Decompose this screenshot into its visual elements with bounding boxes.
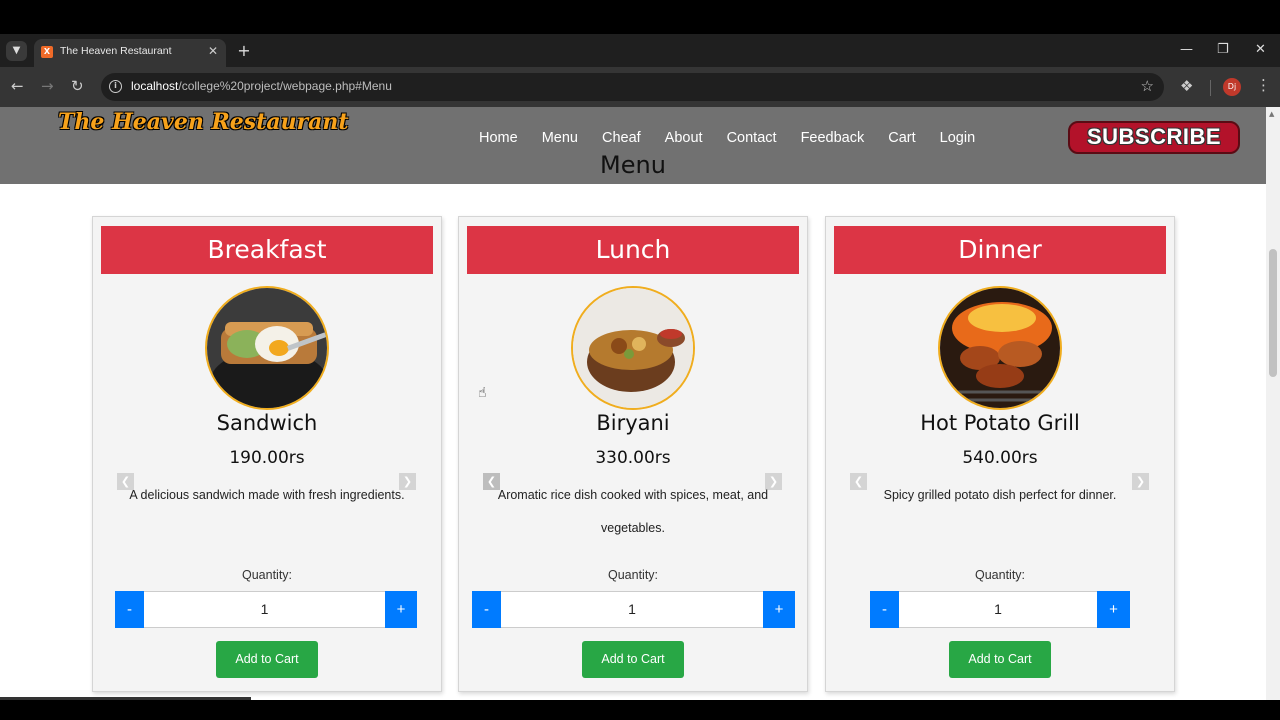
quantity-minus-button[interactable]: -: [115, 591, 144, 628]
brand-logo-text[interactable]: The Heaven Restaurant: [58, 109, 349, 135]
quantity-input[interactable]: 1: [501, 591, 763, 628]
quantity-minus-button[interactable]: -: [870, 591, 899, 628]
hand-cursor-icon: ☝: [478, 385, 487, 401]
os-top-bar: [0, 0, 1280, 34]
tab-strip: ▼ X The Heaven Restaurant ✕ + — ❐ ✕: [0, 34, 1280, 67]
menu-card-breakfast: Breakfast Sandwich 190.00rs ❮ ❯ A delici…: [92, 216, 442, 692]
dish-price: 190.00rs: [229, 448, 305, 468]
xampp-favicon-icon: X: [41, 46, 53, 58]
dish-description: Aromatic rice dish cooked with spices, m…: [497, 488, 769, 535]
dish-name: Sandwich: [216, 411, 318, 435]
nav-home[interactable]: Home: [479, 130, 518, 146]
nav-login[interactable]: Login: [940, 130, 975, 146]
quantity-stepper: - 1 +: [472, 591, 795, 628]
scroll-thumb[interactable]: [1269, 249, 1277, 377]
url-text: localhost/college%20project/webpage.php#…: [131, 79, 392, 93]
main-nav: Home Menu Cheaf About Contact Feedback C…: [479, 130, 975, 146]
minimize-icon[interactable]: —: [1180, 42, 1193, 57]
quantity-plus-button[interactable]: +: [385, 591, 417, 628]
nav-feedback[interactable]: Feedback: [801, 130, 865, 146]
page-viewport: The Heaven Restaurant Home Menu Cheaf Ab…: [0, 107, 1266, 700]
tab-title: The Heaven Restaurant: [60, 45, 172, 57]
dish-price: 540.00rs: [962, 448, 1038, 468]
menu-card-dinner: Dinner Hot Potato Grill 540.00rs ❮ ❯ Spi…: [825, 216, 1175, 692]
os-bottom-bar: [0, 700, 1280, 720]
quantity-input[interactable]: 1: [144, 591, 385, 628]
dish-price: 330.00rs: [595, 448, 671, 468]
quantity-plus-button[interactable]: +: [1097, 591, 1130, 628]
page-scrollbar[interactable]: ▲: [1266, 107, 1280, 700]
toolbar-divider: [1210, 80, 1211, 96]
site-info-icon[interactable]: i: [109, 80, 122, 93]
grill-image: [938, 286, 1062, 410]
url-host: localhost: [131, 79, 179, 93]
nav-about[interactable]: About: [665, 130, 703, 146]
add-to-cart-button[interactable]: Add to Cart: [582, 641, 684, 678]
bookmark-star-icon[interactable]: ☆: [1141, 77, 1154, 95]
dish-name: Hot Potato Grill: [920, 411, 1080, 435]
extensions-puzzle-icon[interactable]: ❖: [1180, 77, 1193, 95]
quantity-stepper: - 1 +: [115, 591, 417, 628]
quantity-input[interactable]: 1: [899, 591, 1097, 628]
address-bar-row: ← → ↻ i localhost/college%20project/webp…: [0, 67, 1280, 107]
quantity-plus-button[interactable]: +: [763, 591, 795, 628]
back-arrow-icon[interactable]: ←: [11, 77, 24, 95]
quantity-label: Quantity:: [607, 568, 659, 582]
dish-name: Biryani: [596, 411, 670, 435]
quantity-label: Quantity:: [974, 568, 1026, 582]
tab-search-chevron-icon[interactable]: ▼: [6, 41, 27, 61]
add-to-cart-button[interactable]: Add to Cart: [949, 641, 1051, 678]
nav-menu[interactable]: Menu: [542, 130, 578, 146]
dish-description: Spicy grilled potato dish perfect for di…: [883, 488, 1117, 502]
close-tab-icon[interactable]: ✕: [208, 44, 218, 58]
new-tab-plus-icon[interactable]: +: [236, 41, 252, 60]
section-heading: Menu: [600, 151, 666, 179]
nav-cheaf[interactable]: Cheaf: [602, 130, 641, 146]
dish-description: A delicious sandwich made with fresh ing…: [129, 488, 405, 502]
biryani-image: [571, 286, 695, 410]
profile-avatar[interactable]: Dj: [1223, 78, 1241, 96]
close-window-icon[interactable]: ✕: [1255, 42, 1266, 57]
browser-tab[interactable]: X The Heaven Restaurant ✕: [34, 39, 226, 67]
scroll-up-icon[interactable]: ▲: [1269, 110, 1274, 118]
nav-cart[interactable]: Cart: [888, 130, 915, 146]
menu-card-lunch: Lunch Biryani 330.00rs ❮ ❯ Aromatic rice…: [458, 216, 808, 692]
browser-menu-kebab-icon[interactable]: ⋮: [1256, 76, 1271, 94]
card-header: Breakfast: [101, 226, 433, 274]
add-to-cart-button[interactable]: Add to Cart: [216, 641, 318, 678]
card-header: Dinner: [834, 226, 1166, 274]
maximize-icon[interactable]: ❐: [1217, 42, 1229, 57]
site-header: The Heaven Restaurant Home Menu Cheaf Ab…: [0, 107, 1266, 184]
quantity-stepper: - 1 +: [870, 591, 1130, 628]
url-input[interactable]: i localhost/college%20project/webpage.ph…: [101, 73, 1164, 101]
subscribe-button[interactable]: SUBSCRIBE: [1068, 121, 1240, 154]
sandwich-image: [205, 286, 329, 410]
forward-arrow-icon[interactable]: →: [41, 77, 54, 95]
reload-icon[interactable]: ↻: [71, 77, 84, 95]
quantity-label: Quantity:: [241, 568, 293, 582]
nav-contact[interactable]: Contact: [727, 130, 777, 146]
url-path: /college%20project/webpage.php#Menu: [178, 79, 392, 93]
card-header: Lunch: [467, 226, 799, 274]
quantity-minus-button[interactable]: -: [472, 591, 501, 628]
